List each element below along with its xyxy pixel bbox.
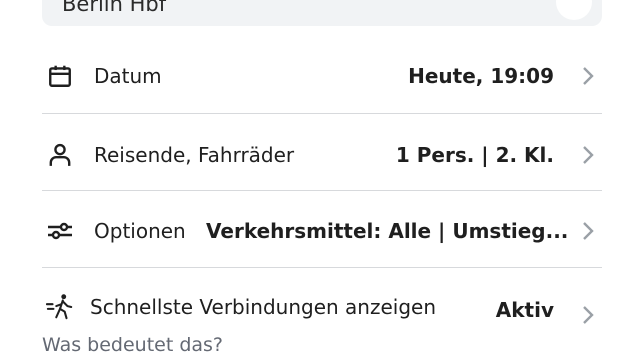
person-icon [46, 141, 74, 169]
date-value: Heute, 19:09 [408, 64, 554, 88]
chevron-right-icon [580, 303, 596, 327]
chevron-right-icon [580, 64, 596, 88]
fastest-connections-label: Schnellste Verbindungen anzeigen [90, 295, 437, 319]
fastest-connections-value: Aktiv [495, 298, 554, 322]
options-value: Verkehrsmittel: Alle | Umstieg... [206, 219, 569, 243]
origin-station-field[interactable]: Berlin Hbf [42, 0, 602, 26]
origin-station-value: Berlin Hbf [62, 0, 167, 16]
options-row[interactable]: Optionen Verkehrsmittel: Alle | Umstieg.… [42, 192, 602, 268]
walking-person-icon [46, 293, 74, 321]
chevron-right-icon [580, 143, 596, 167]
help-link[interactable]: Was bedeutet das? [42, 334, 223, 356]
options-label: Optionen [94, 219, 186, 243]
travellers-label: Reisende, Fahrräder [94, 143, 295, 167]
sliders-icon [46, 217, 74, 245]
date-row[interactable]: Datum Heute, 19:09 [42, 38, 602, 114]
date-label: Datum [94, 64, 162, 88]
chevron-right-icon [580, 219, 596, 243]
travellers-row[interactable]: Reisende, Fahrräder 1 Pers. | 2. Kl. [42, 115, 602, 191]
calendar-icon [46, 62, 74, 90]
swap-stations-button[interactable] [556, 0, 592, 20]
travellers-value: 1 Pers. | 2. Kl. [395, 143, 554, 167]
